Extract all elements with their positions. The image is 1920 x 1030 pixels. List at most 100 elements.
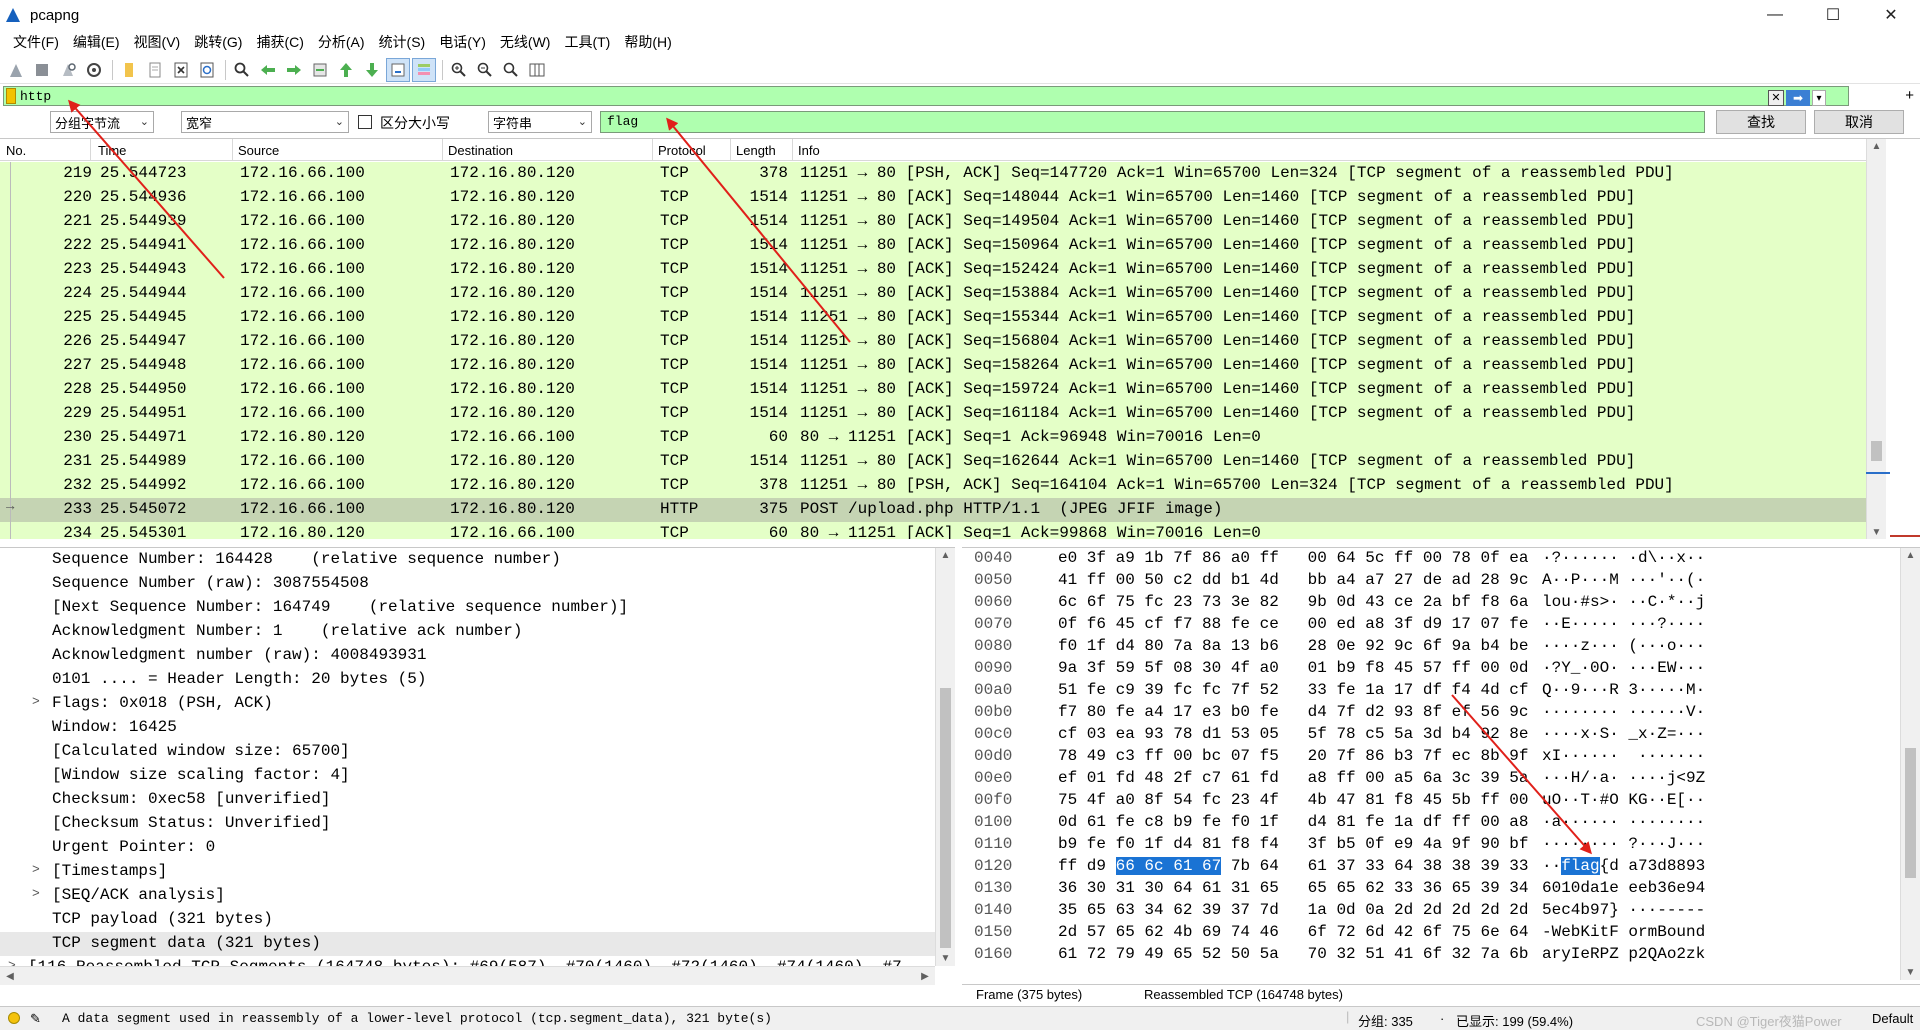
- find-button[interactable]: 查找: [1716, 110, 1806, 134]
- tab-reassembled-tcp[interactable]: Reassembled TCP (164748 bytes): [1144, 987, 1343, 1002]
- display-filter-value[interactable]: http: [20, 89, 51, 104]
- bytes-row[interactable]: 0160 61 72 79 49 65 52 50 5a 70 32 51 41 …: [962, 944, 1920, 966]
- packet-row[interactable]: 228 25.544950 172.16.66.100 172.16.80.120 TC…: [0, 378, 1866, 402]
- menu-view[interactable]: 视图(V): [127, 30, 188, 54]
- cancel-find-button[interactable]: 取消: [1814, 110, 1904, 134]
- details-scrollbar[interactable]: ▲ ▼: [935, 548, 955, 966]
- packet-row[interactable]: → 233 25.545072 172.16.66.100 172.16.80.120 H…: [0, 498, 1866, 522]
- last-packet-icon[interactable]: [360, 58, 384, 82]
- column-protocol[interactable]: Protocol: [658, 143, 706, 158]
- column-info[interactable]: Info: [798, 143, 820, 158]
- bytes-row[interactable]: 0040 e0 3f a9 1b 7f 86 a0 ff 00 64 5c ff …: [962, 548, 1920, 570]
- menu-wireless[interactable]: 无线(W): [493, 30, 558, 54]
- back-arrow-icon[interactable]: [256, 58, 280, 82]
- bytes-row[interactable]: 00a0 51 fe c9 39 fc fc 7f 52 33 fe 1a 17 …: [962, 680, 1920, 702]
- details-row[interactable]: Urgent Pointer: 0: [0, 836, 955, 860]
- forward-arrow-icon[interactable]: [282, 58, 306, 82]
- details-row[interactable]: > [SEQ/ACK analysis]: [0, 884, 955, 908]
- filter-history-dropdown-icon[interactable]: ▾: [1812, 90, 1826, 106]
- packet-row[interactable]: 234 25.545301 172.16.80.120 172.16.66.100 TC…: [0, 522, 1866, 539]
- bytes-row[interactable]: 0070 0f f6 45 cf f7 88 fe ce 00 ed a8 3f …: [962, 614, 1920, 636]
- close-window-button[interactable]: ✕: [1862, 0, 1920, 30]
- search-icon[interactable]: [230, 58, 254, 82]
- menu-edit[interactable]: 编辑(E): [66, 30, 127, 54]
- tab-frame[interactable]: Frame (375 bytes): [976, 987, 1082, 1002]
- packet-row[interactable]: 229 25.544951 172.16.66.100 172.16.80.120 TC…: [0, 402, 1866, 426]
- packet-row[interactable]: 225 25.544945 172.16.66.100 172.16.80.120 TC…: [0, 306, 1866, 330]
- case-sensitive-checkbox[interactable]: [358, 115, 372, 129]
- expert-info-icon[interactable]: [8, 1012, 20, 1024]
- details-hscrollbar[interactable]: ◀ ▶: [0, 966, 935, 985]
- bytes-row[interactable]: 0120 ff d9 66 6c 61 67 7b 64 61 37 33 64 …: [962, 856, 1920, 878]
- bytes-row[interactable]: 0060 6c 6f 75 fc 23 73 3e 82 9b 0d 43 ce …: [962, 592, 1920, 614]
- zoom-out-icon[interactable]: [473, 58, 497, 82]
- scroll-right-icon[interactable]: ▶: [919, 971, 931, 982]
- first-packet-icon[interactable]: [334, 58, 358, 82]
- search-scope-select[interactable]: 分组字节流 ⌄: [50, 111, 154, 133]
- packet-row[interactable]: 226 25.544947 172.16.66.100 172.16.80.120 TC…: [0, 330, 1866, 354]
- bytes-row[interactable]: 00c0 cf 03 ea 93 78 d1 53 05 5f 78 c5 5a …: [962, 724, 1920, 746]
- bytes-row[interactable]: 0050 41 ff 00 50 c2 dd b1 4d bb a4 a7 27 …: [962, 570, 1920, 592]
- scroll-down-icon[interactable]: ▼: [936, 953, 955, 964]
- column-no[interactable]: No.: [6, 143, 26, 158]
- apply-filter-arrow-icon[interactable]: ➡: [1786, 90, 1810, 106]
- close-file-icon[interactable]: [169, 58, 193, 82]
- packet-row[interactable]: 230 25.544971 172.16.80.120 172.16.66.100 TC…: [0, 426, 1866, 450]
- scroll-down-icon[interactable]: ▼: [1901, 967, 1920, 978]
- colorize-icon[interactable]: [412, 57, 436, 82]
- zoom-in-icon[interactable]: [447, 58, 471, 82]
- menu-telephony[interactable]: 电话(Y): [432, 30, 493, 54]
- autoscroll-icon[interactable]: [386, 57, 410, 82]
- options-gear-icon[interactable]: [82, 58, 106, 82]
- packet-bytes-pane[interactable]: 0040 e0 3f a9 1b 7f 86 a0 ff 00 64 5c ff …: [962, 547, 1920, 985]
- zoom-reset-icon[interactable]: [499, 58, 523, 82]
- column-source[interactable]: Source: [238, 143, 279, 158]
- open-folder-icon[interactable]: [117, 58, 141, 82]
- packet-row[interactable]: 221 25.544939 172.16.66.100 172.16.80.120 TC…: [0, 210, 1866, 234]
- bytes-row[interactable]: 0140 35 65 63 34 62 39 37 7d 1a 0d 0a 2d …: [962, 900, 1920, 922]
- goto-packet-icon[interactable]: [308, 58, 332, 82]
- menu-statistics[interactable]: 统计(S): [372, 30, 433, 54]
- details-row[interactable]: Checksum: 0xec58 [unverified]: [0, 788, 955, 812]
- packet-row[interactable]: 232 25.544992 172.16.66.100 172.16.80.120 TC…: [0, 474, 1866, 498]
- bytes-row[interactable]: 0080 f0 1f d4 80 7a 8a 13 b6 28 0e 92 9c …: [962, 636, 1920, 658]
- packet-row[interactable]: 227 25.544948 172.16.66.100 172.16.80.120 TC…: [0, 354, 1866, 378]
- details-row[interactable]: Acknowledgment number (raw): 4008493931: [0, 644, 955, 668]
- file-icon[interactable]: [143, 58, 167, 82]
- stop-icon[interactable]: [30, 58, 54, 82]
- packet-list-scrollbar[interactable]: ▲ ▼: [1866, 139, 1886, 539]
- packet-row[interactable]: 219 25.544723 172.16.66.100 172.16.80.120 TC…: [0, 162, 1866, 186]
- scroll-up-icon[interactable]: ▲: [1901, 550, 1920, 561]
- packet-row[interactable]: 224 25.544944 172.16.66.100 172.16.80.120 TC…: [0, 282, 1866, 306]
- details-row[interactable]: TCP segment data (321 bytes): [0, 932, 955, 956]
- details-row[interactable]: 0101 .... = Header Length: 20 bytes (5): [0, 668, 955, 692]
- column-destination[interactable]: Destination: [448, 143, 513, 158]
- details-row[interactable]: Window: 16425: [0, 716, 955, 740]
- bytes-row[interactable]: 0130 36 30 31 30 64 61 31 65 65 65 62 33 …: [962, 878, 1920, 900]
- minimize-button[interactable]: —: [1746, 0, 1804, 30]
- details-row[interactable]: Sequence Number (raw): 3087554508: [0, 572, 955, 596]
- scroll-down-icon[interactable]: ▼: [1867, 527, 1886, 538]
- scroll-thumb[interactable]: [1871, 441, 1882, 461]
- details-row[interactable]: > Flags: 0x018 (PSH, ACK): [0, 692, 955, 716]
- expand-chevron-icon[interactable]: >: [32, 862, 40, 877]
- details-row[interactable]: Sequence Number: 164428 (relative sequen…: [0, 548, 955, 572]
- shark-fin-start-icon[interactable]: [4, 58, 28, 82]
- details-row[interactable]: [Next Sequence Number: 164749 (relative …: [0, 596, 955, 620]
- maximize-button[interactable]: ☐: [1804, 0, 1862, 30]
- menu-file[interactable]: 文件(F): [6, 30, 66, 54]
- bytes-row[interactable]: 00b0 f7 80 fe a4 17 e3 b0 fe d4 7f d2 93 …: [962, 702, 1920, 724]
- edit-comment-icon[interactable]: ✎: [30, 1011, 41, 1027]
- menu-help[interactable]: 帮助(H): [617, 30, 678, 54]
- menu-capture[interactable]: 捕获(C): [249, 30, 310, 54]
- reload-icon[interactable]: [195, 58, 219, 82]
- bytes-row[interactable]: 00e0 ef 01 fd 48 2f c7 61 fd a8 ff 00 a5 …: [962, 768, 1920, 790]
- scroll-up-icon[interactable]: ▲: [936, 550, 955, 561]
- expand-chevron-icon[interactable]: >: [32, 886, 40, 901]
- scroll-thumb[interactable]: [940, 688, 951, 948]
- column-length[interactable]: Length: [736, 143, 776, 158]
- packet-row[interactable]: 220 25.544936 172.16.66.100 172.16.80.120 TC…: [0, 186, 1866, 210]
- details-row[interactable]: Acknowledgment Number: 1 (relative ack n…: [0, 620, 955, 644]
- bytes-row[interactable]: 0090 9a 3f 59 5f 08 30 4f a0 01 b9 f8 45 …: [962, 658, 1920, 680]
- bookmark-icon[interactable]: [6, 88, 16, 104]
